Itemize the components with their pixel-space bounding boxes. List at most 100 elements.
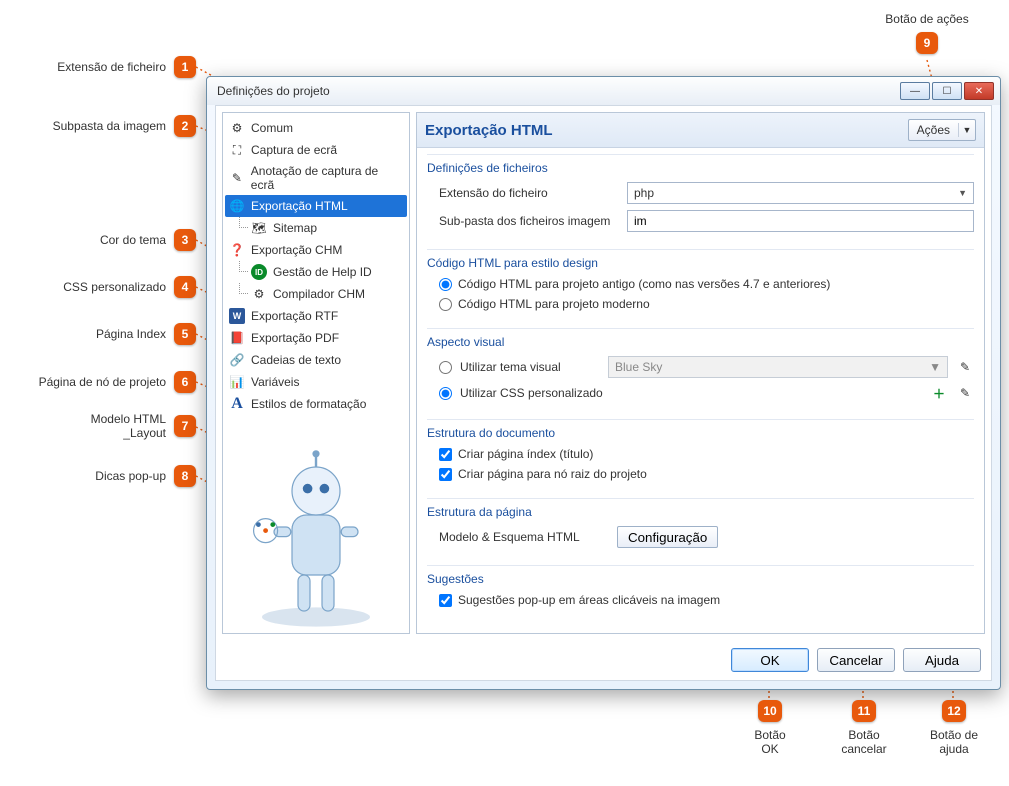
window-buttons: — ☐ ✕: [900, 82, 994, 100]
minimize-button[interactable]: —: [900, 82, 930, 100]
sidebar-item-label: Exportação CHM: [251, 243, 342, 257]
add-icon[interactable]: ＋: [930, 384, 948, 402]
sidebar-item-sitemap[interactable]: 🗺Sitemap: [225, 217, 407, 239]
letter-a-icon: A: [229, 396, 245, 412]
ext-label: Extensão do ficheiro: [439, 186, 619, 200]
section-page-structure: Estrutura da página Modelo & Esquema HTM…: [417, 492, 984, 559]
annotation-badge: 7: [174, 415, 196, 437]
sidebar-item-label: Gestão de Help ID: [273, 265, 372, 279]
sidebar-item-label: Exportação HTML: [251, 199, 348, 213]
help-button[interactable]: Ajuda: [903, 648, 981, 672]
annotation-badge: 12: [942, 700, 966, 722]
edit-theme-icon[interactable]: ✎: [956, 358, 974, 376]
subfolder-input[interactable]: [627, 210, 974, 232]
cancel-button[interactable]: Cancelar: [817, 648, 895, 672]
sidebar-item-label: Exportação RTF: [251, 309, 338, 323]
checkbox-root-page[interactable]: [439, 468, 452, 481]
sidebar-item-format-styles[interactable]: AEstilos de formatação: [225, 393, 407, 415]
section-suggestions: Sugestões Sugestões pop-up em áreas clic…: [417, 559, 984, 618]
section-title: Estrutura da página: [427, 498, 974, 523]
sidebar-item-label: Captura de ecrã: [251, 143, 337, 157]
checkbox-popup-hints[interactable]: [439, 594, 452, 607]
section-title: Código HTML para estilo design: [427, 249, 974, 274]
section-title: Aspecto visual: [427, 328, 974, 353]
annotation-badge: 4: [174, 276, 196, 298]
radio-modern-html[interactable]: [439, 298, 452, 311]
checkbox-index-page[interactable]: [439, 448, 452, 461]
window-title: Definições do projeto: [217, 84, 330, 98]
sidebar-item-variables[interactable]: 📊 Variáveis: [225, 371, 407, 393]
ext-value: php: [634, 186, 654, 200]
help-icon: ❓: [229, 242, 245, 258]
section-title: Sugestões: [427, 565, 974, 590]
radio-label: Código HTML para projeto moderno: [458, 297, 650, 311]
annotation-badge: 11: [852, 700, 876, 722]
close-button[interactable]: ✕: [964, 82, 994, 100]
sidebar-item-captura[interactable]: ⛶Captura de ecrã: [225, 139, 407, 161]
sidebar-item-helpid[interactable]: ID Gestão de Help ID: [225, 261, 407, 283]
annotation-label: Página de nó de projeto: [39, 375, 166, 389]
globe-icon: 🌐: [229, 198, 245, 214]
radio-label: Utilizar CSS personalizado: [460, 386, 922, 400]
ok-button[interactable]: OK: [731, 648, 809, 672]
gear-icon: ⚙: [229, 120, 245, 136]
sidebar-item-text-strings[interactable]: 🔗Cadeias de texto: [225, 349, 407, 371]
id-icon: ID: [251, 264, 267, 280]
section-title: Estrutura do documento: [427, 419, 974, 444]
section-html-code: Código HTML para estilo design Código HT…: [417, 243, 984, 322]
sidebar-item-export-pdf[interactable]: 📕Exportação PDF: [225, 327, 407, 349]
annotation-badge: 1: [174, 56, 196, 78]
radio-custom-css[interactable]: [439, 387, 452, 400]
annotation-label: Página Index: [96, 327, 166, 341]
gear-icon: ⚙: [251, 286, 267, 302]
sidebar-item-label: Cadeias de texto: [251, 353, 341, 367]
maximize-button[interactable]: ☐: [932, 82, 962, 100]
sidebar-item-export-rtf[interactable]: WExportação RTF: [225, 305, 407, 327]
chevron-down-icon: ▼: [929, 360, 941, 374]
sidebar-item-label: Anotação de captura de ecrã: [251, 164, 403, 192]
sidebar-item-anotacao[interactable]: ✎ Anotação de captura de ecrã: [225, 161, 407, 195]
annotation-label: Modelo HTML _Layout: [91, 412, 166, 440]
sidebar: ⚙ Comum ⛶Captura de ecrã ✎ Anotação de cap…: [222, 112, 410, 634]
section-files: Definições de ficheiros Extensão do fich…: [417, 148, 984, 243]
sidebar-item-export-html[interactable]: 🌐 Exportação HTML: [225, 195, 407, 217]
main-header: Exportação HTML Ações ▼: [417, 113, 984, 148]
sitemap-icon: 🗺: [251, 220, 267, 236]
model-label: Modelo & Esquema HTML: [439, 530, 609, 544]
titlebar: Definições do projeto — ☐ ✕: [207, 77, 1000, 105]
sidebar-item-label: Comum: [251, 121, 293, 135]
sidebar-item-chm-compiler[interactable]: ⚙Compilador CHM: [225, 283, 407, 305]
sidebar-item-comum[interactable]: ⚙ Comum: [225, 117, 407, 139]
edit-css-icon[interactable]: ✎: [956, 384, 974, 402]
books-icon: 📊: [229, 374, 245, 390]
section-title: Definições de ficheiros: [427, 154, 974, 179]
radio-old-html[interactable]: [439, 278, 452, 291]
client-area: ⚙ Comum ⛶Captura de ecrã ✎ Anotação de cap…: [215, 105, 992, 681]
annotation-badge: 6: [174, 371, 196, 393]
chevron-down-icon: ▼: [958, 188, 967, 198]
annotation-label: Botão de ajuda: [914, 728, 994, 756]
chevron-down-icon: ▼: [959, 125, 975, 135]
annotation-badge: 2: [174, 115, 196, 137]
actions-button[interactable]: Ações ▼: [908, 119, 976, 141]
ext-combo[interactable]: php ▼: [627, 182, 974, 204]
page-heading: Exportação HTML: [425, 122, 553, 139]
robot-illustration: [225, 415, 407, 629]
annotate-icon: ✎: [229, 170, 245, 186]
main-panel: Exportação HTML Ações ▼ Definições de fi…: [416, 112, 985, 634]
config-button[interactable]: Configuração: [617, 526, 718, 548]
annotation-badge: 5: [174, 323, 196, 345]
annotation-label: Extensão de ficheiro: [57, 60, 166, 74]
radio-visual-theme[interactable]: [439, 361, 452, 374]
sidebar-item-export-chm[interactable]: ❓ Exportação CHM: [225, 239, 407, 261]
annotation-label: CSS personalizado: [63, 280, 166, 294]
actions-button-label: Ações: [909, 123, 959, 137]
section-visual: Aspecto visual Utilizar tema visual Blue…: [417, 322, 984, 413]
annotation-label: Botão de ações: [862, 12, 992, 26]
pdf-icon: 📕: [229, 330, 245, 346]
annotation-label: Dicas pop-up: [95, 469, 166, 483]
subfolder-label: Sub-pasta dos ficheiros imagem: [439, 214, 619, 228]
annotation-badge: 3: [174, 229, 196, 251]
annotation-label: Subpasta da imagem: [53, 119, 166, 133]
sidebar-item-label: Variáveis: [251, 375, 299, 389]
